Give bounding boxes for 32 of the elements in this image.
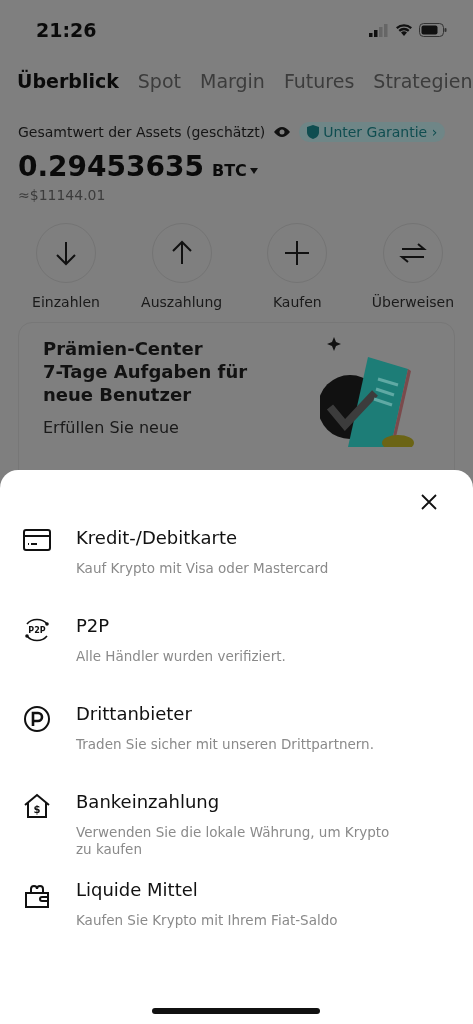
guarantee-badge[interactable]: Unter Garantie › [299,122,446,142]
close-icon [421,494,437,510]
action-button[interactable]: Auszahlung [131,223,232,310]
promo-text: Erfüllen Sie neue [43,418,180,437]
promo-title: Prämien-Center 7-Tage Aufgaben für neue Benutzer [43,337,248,406]
payment-option[interactable]: P2P P2P Alle Händler wurden verifiziert. [22,615,451,693]
action-button[interactable]: Überweisen [362,223,463,310]
tab[interactable]: Spot [137,70,181,92]
battery-icon [419,23,447,37]
currency-selector[interactable]: BTC [212,161,258,180]
p-coin-icon [22,705,52,733]
signal-icon [369,23,389,37]
credit-card-icon [22,529,52,551]
action-button[interactable]: Einzahlen [16,223,116,310]
eye-icon[interactable] [273,126,292,138]
payment-option[interactable]: $ Bankeinzahlung Verwenden Sie die lokale Währung, um Krypto zu kaufen [22,791,451,869]
tab[interactable]: Strategien [373,70,473,92]
caret-icon [249,167,258,174]
action-button[interactable]: Kaufen [247,223,348,310]
payment-option[interactable]: Kredit-/Debitkarte Kauf Krypto mit Visa oder Mastercard [22,527,451,605]
assets-label: Gesamtwert der Assets (geschätzt) [18,124,266,140]
plus-icon [283,239,312,267]
fiat-value: ≈$11144.01 [17,187,107,203]
tab[interactable]: Futures [283,70,355,92]
payment-option[interactable]: Liquide Mittel Kaufen Sie Krypto mit Ihrem Fiat-Saldo [22,879,451,957]
tab[interactable]: Überblick [17,70,119,92]
payment-option[interactable]: Drittanbieter Traden Sie sicher mit unseren Drittpartnern. [22,703,451,781]
asset-amount: 0.29453635 [18,150,204,183]
tab[interactable]: Margin [200,70,265,92]
shield-icon [307,125,320,139]
wifi-icon [395,23,413,37]
status-time: 21:26 [36,19,97,41]
